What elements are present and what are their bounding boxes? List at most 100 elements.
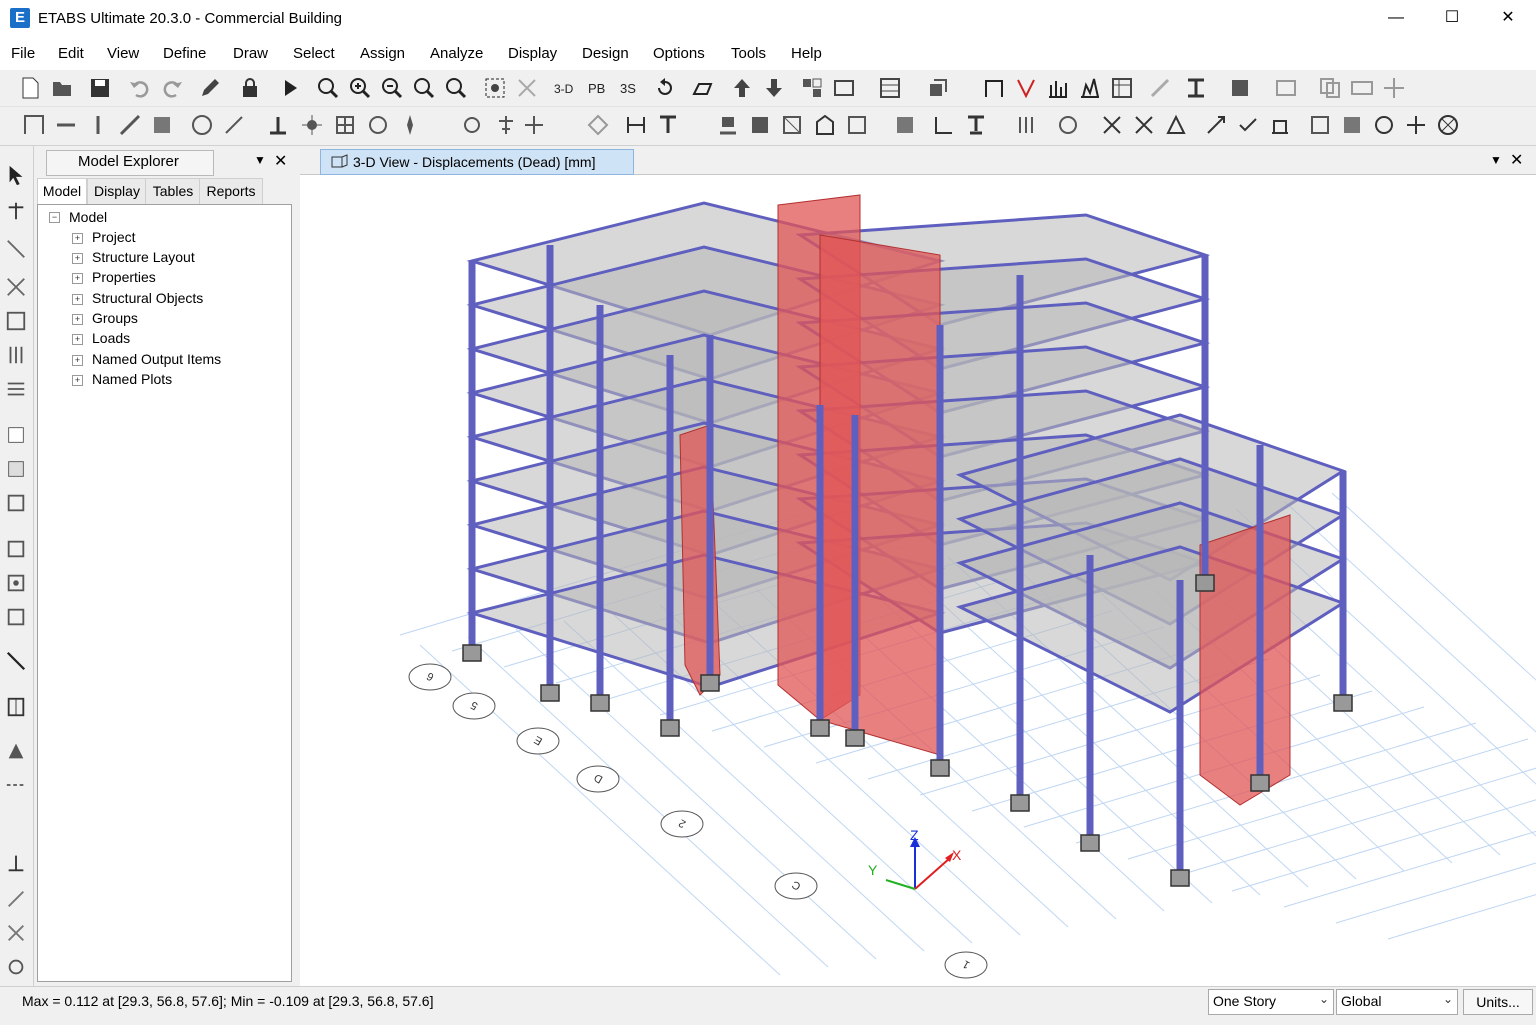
minimize-button[interactable]: —: [1368, 0, 1424, 38]
draw-frame-icon[interactable]: [22, 113, 46, 137]
explorer-menu-icon[interactable]: ▼: [254, 153, 266, 167]
set-display-icon[interactable]: [800, 76, 824, 100]
link-icon[interactable]: [1148, 76, 1172, 100]
tree-item-named-plots[interactable]: Named Plots: [92, 371, 172, 387]
quick-draw-area-icon[interactable]: [5, 492, 27, 514]
show-deformed-icon[interactable]: [964, 113, 988, 137]
show-tables-icon[interactable]: [932, 113, 956, 137]
menu-edit[interactable]: Edit: [58, 45, 84, 62]
tree-expand-icon[interactable]: +: [72, 233, 83, 244]
draw-wall-strip-icon[interactable]: [5, 538, 27, 560]
snap-perpendicular-icon[interactable]: [5, 956, 27, 978]
draw-reference-line-icon[interactable]: [5, 774, 27, 796]
zoom-out-icon[interactable]: [380, 76, 404, 100]
3d-view-icon[interactable]: 3-D: [553, 76, 577, 100]
menu-tools[interactable]: Tools: [731, 45, 766, 62]
menu-analyze[interactable]: Analyze: [430, 45, 483, 62]
show-mode-shape-icon[interactable]: [1204, 113, 1228, 137]
display-options-icon[interactable]: [1274, 76, 1298, 100]
tree-expand-icon[interactable]: +: [72, 294, 83, 305]
tree-expand-icon[interactable]: +: [72, 355, 83, 366]
design-steel-icon[interactable]: [1308, 113, 1332, 137]
draw-opening-icon[interactable]: [222, 113, 246, 137]
story-select[interactable]: One Story ⌄: [1208, 989, 1334, 1015]
reshape-icon[interactable]: [5, 200, 27, 222]
pan-icon[interactable]: [483, 76, 507, 100]
draw-rect-area-icon[interactable]: [5, 458, 27, 480]
draw-brace-line-icon[interactable]: [5, 276, 27, 298]
tree-item-loads[interactable]: Loads: [92, 330, 130, 346]
tree-expand-icon[interactable]: +: [72, 334, 83, 345]
tree-item-groups[interactable]: Groups: [92, 310, 138, 326]
merge-icon[interactable]: [656, 113, 680, 137]
snap-intersections-icon[interactable]: [5, 922, 27, 944]
menu-draw[interactable]: Draw: [233, 45, 268, 62]
draw-beam-grid-icon[interactable]: [5, 378, 27, 400]
rubber-band-icon[interactable]: [515, 76, 539, 100]
mirror-icon[interactable]: [586, 113, 610, 137]
tab-model[interactable]: Model: [37, 178, 87, 205]
zoom-restore-icon[interactable]: [444, 76, 468, 100]
tree-expand-icon[interactable]: +: [72, 314, 83, 325]
tree-expand-icon[interactable]: +: [72, 253, 83, 264]
redo-icon[interactable]: [160, 76, 184, 100]
save-icon[interactable]: [88, 76, 112, 100]
draw-slab-strip-icon[interactable]: [5, 572, 27, 594]
tree-item-structure-layout[interactable]: Structure Layout: [92, 249, 195, 265]
menu-design[interactable]: Design: [582, 45, 629, 62]
snap-points-icon[interactable]: [5, 852, 27, 874]
extrude-icon[interactable]: [926, 76, 950, 100]
tab-reports[interactable]: Reports: [199, 178, 263, 206]
draw-link-icon[interactable]: [266, 113, 290, 137]
tree-item-structural-objects[interactable]: Structural Objects: [92, 290, 203, 306]
explorer-close-icon[interactable]: ✕: [274, 151, 287, 171]
menu-define[interactable]: Define: [163, 45, 206, 62]
assign-restraint-icon[interactable]: [716, 113, 740, 137]
tab-display[interactable]: Display: [87, 178, 147, 206]
draw-column-grid-icon[interactable]: [5, 344, 27, 366]
draw-tendon-icon[interactable]: [5, 740, 27, 762]
reference-point-icon[interactable]: [398, 113, 422, 137]
show-story-response-icon[interactable]: [1164, 113, 1188, 137]
draw-frame-grid-icon[interactable]: [5, 310, 27, 332]
brace-icon[interactable]: [1014, 76, 1038, 100]
tree-item-project[interactable]: Project: [92, 229, 136, 245]
draw-wall-icon[interactable]: [150, 113, 174, 137]
tree-item-model[interactable]: Model: [69, 209, 107, 225]
move-down-icon[interactable]: [762, 76, 786, 100]
assign-spandrel-icon[interactable]: [893, 113, 917, 137]
align-icon[interactable]: [494, 113, 518, 137]
tree-item-properties[interactable]: Properties: [92, 269, 156, 285]
draw-beam-icon[interactable]: [54, 113, 78, 137]
design-composite-icon[interactable]: [1404, 113, 1428, 137]
open-model-icon[interactable]: [50, 76, 74, 100]
menu-view[interactable]: View: [107, 45, 139, 62]
view-tab-3d[interactable]: 3-D View - Displacements (Dead) [mm]: [320, 149, 634, 175]
show-shell-stress-icon[interactable]: [1100, 113, 1124, 137]
draw-line-icon[interactable]: [5, 238, 27, 260]
menu-help[interactable]: Help: [791, 45, 822, 62]
zoom-previous-icon[interactable]: [412, 76, 436, 100]
object-shrink-icon[interactable]: [832, 76, 856, 100]
frame-icon[interactable]: [982, 76, 1006, 100]
elevation-view-icon[interactable]: 3S: [617, 76, 641, 100]
replicate-icon[interactable]: [460, 113, 484, 137]
tree-expand-icon[interactable]: +: [72, 273, 83, 284]
view-menu-icon[interactable]: ▼: [1490, 153, 1502, 167]
units-button[interactable]: Units...: [1463, 989, 1533, 1015]
lock-icon[interactable]: [238, 76, 262, 100]
keyboard-icon[interactable]: [1350, 76, 1374, 100]
design-icon[interactable]: [1228, 76, 1252, 100]
crosshair-icon[interactable]: [1382, 76, 1406, 100]
perspective-icon[interactable]: [691, 76, 715, 100]
section-cut-icon[interactable]: [1184, 76, 1208, 100]
coord-system-select[interactable]: Global ⌄: [1336, 989, 1458, 1015]
assign-section-icon[interactable]: [748, 113, 772, 137]
draw-slab-icon[interactable]: [190, 113, 214, 137]
assign-diaphragm-icon[interactable]: [813, 113, 837, 137]
copy-icon[interactable]: [1318, 76, 1342, 100]
display-table-icon[interactable]: [1110, 76, 1134, 100]
design-concrete-icon[interactable]: [1268, 113, 1292, 137]
move-up-icon[interactable]: [730, 76, 754, 100]
run-analysis-icon[interactable]: [278, 76, 302, 100]
